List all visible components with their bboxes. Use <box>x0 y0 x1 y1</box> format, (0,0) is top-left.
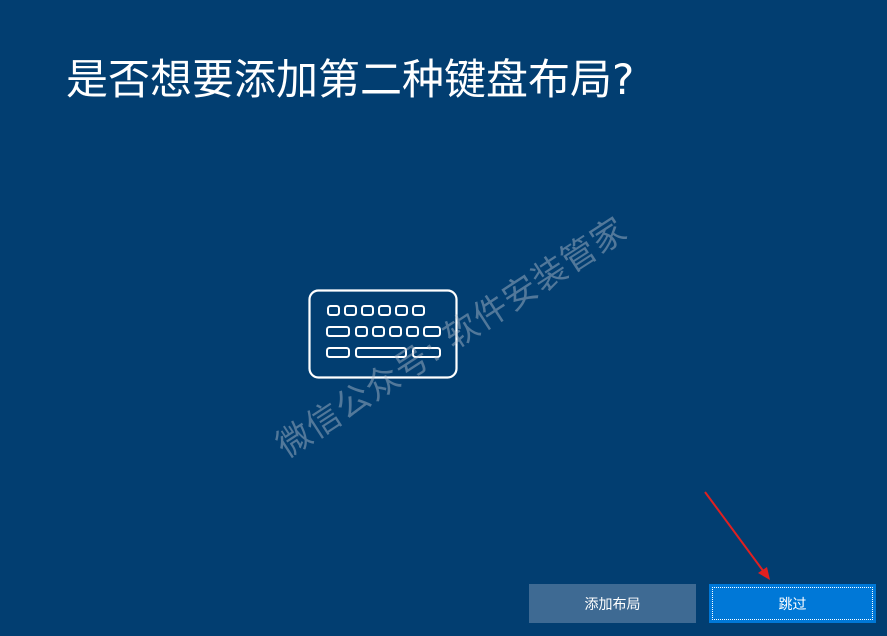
keyboard-icon <box>308 289 458 379</box>
add-layout-button[interactable]: 添加布局 <box>529 584 696 623</box>
page-title: 是否想要添加第二种键盘布局? <box>66 55 635 104</box>
red-arrow-annotation <box>704 491 770 580</box>
skip-button[interactable]: 跳过 <box>709 584 876 623</box>
